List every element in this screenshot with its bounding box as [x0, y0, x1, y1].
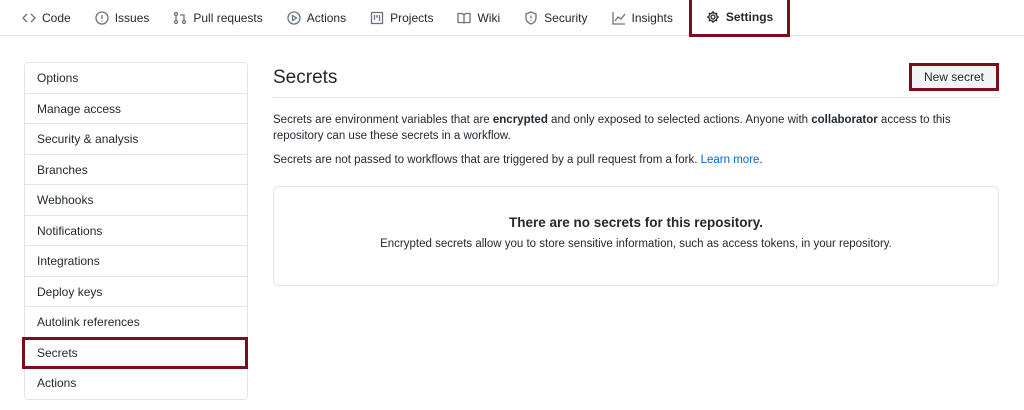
sidebar-item-branches[interactable]: Branches — [25, 155, 247, 185]
tab-label: Projects — [390, 11, 434, 25]
fork-note: Secrets are not passed to workflows that… — [273, 152, 999, 168]
gear-icon — [706, 11, 719, 23]
tab-label: Issues — [114, 11, 150, 25]
tab-label: Settings — [725, 10, 774, 24]
pull-request-icon — [174, 11, 187, 25]
text: Secrets are environment variables that a… — [273, 114, 493, 126]
repo-nav: Code Issues Pull requests Actions Projec… — [0, 0, 1024, 37]
tab-issues[interactable]: Issues — [83, 0, 162, 36]
book-icon — [457, 12, 472, 24]
sidebar-item-security-analysis[interactable]: Security & analysis — [25, 124, 247, 155]
settings-sidebar: Options Manage access Security & analysi… — [22, 62, 248, 400]
play-icon — [287, 11, 301, 25]
sidebar-item-webhooks[interactable]: Webhooks — [25, 185, 247, 216]
empty-state-description: Encrypted secrets allow you to store sen… — [380, 238, 892, 250]
tab-pull-requests[interactable]: Pull requests — [161, 0, 274, 36]
sidebar-item-integrations[interactable]: Integrations — [25, 246, 247, 277]
shield-icon — [525, 11, 537, 25]
issue-icon — [95, 11, 109, 25]
learn-more-link[interactable]: Learn more — [701, 154, 760, 166]
tab-security[interactable]: Security — [512, 0, 599, 36]
tab-label: Wiki — [477, 11, 501, 25]
tab-label: Security — [544, 11, 588, 25]
tab-settings[interactable]: Settings — [688, 0, 791, 37]
secrets-description: Secrets are environment variables that a… — [273, 112, 999, 144]
tab-actions[interactable]: Actions — [275, 0, 358, 36]
tab-label: Code — [42, 11, 71, 25]
tab-insights[interactable]: Insights — [600, 0, 685, 36]
sidebar-item-manage-access[interactable]: Manage access — [25, 94, 247, 124]
tab-label: Pull requests — [193, 11, 263, 25]
sidebar-item-options[interactable]: Options — [25, 63, 247, 94]
graph-icon — [611, 12, 626, 25]
new-secret-button[interactable]: New secret — [908, 63, 999, 91]
text: and only exposed to selected actions. An… — [547, 114, 812, 126]
tab-wiki[interactable]: Wiki — [445, 0, 512, 36]
sidebar-item-autolink-references[interactable]: Autolink references — [25, 307, 247, 338]
tab-label: Actions — [306, 11, 347, 25]
secrets-panel: Secrets New secret Secrets are environme… — [273, 62, 999, 286]
tab-label: Insights — [631, 11, 673, 25]
text-bold: encrypted — [492, 114, 548, 126]
text: Secrets are not passed to workflows that… — [273, 154, 701, 166]
sidebar-item-actions[interactable]: Actions — [25, 368, 247, 399]
text-bold: collaborator — [811, 114, 878, 126]
text: . — [759, 154, 763, 166]
empty-state-title: There are no secrets for this repository… — [508, 215, 764, 230]
sidebar-item-deploy-keys[interactable]: Deploy keys — [25, 277, 247, 307]
code-icon — [22, 13, 36, 23]
tab-code[interactable]: Code — [10, 0, 83, 36]
empty-state: There are no secrets for this repository… — [273, 186, 999, 286]
tab-projects[interactable]: Projects — [358, 0, 445, 36]
page-title: Secrets — [273, 67, 338, 88]
sidebar-item-secrets[interactable]: Secrets — [22, 336, 248, 369]
page-header: Secrets New secret — [273, 62, 999, 98]
sidebar-item-notifications[interactable]: Notifications — [25, 216, 247, 246]
project-icon — [370, 11, 384, 25]
